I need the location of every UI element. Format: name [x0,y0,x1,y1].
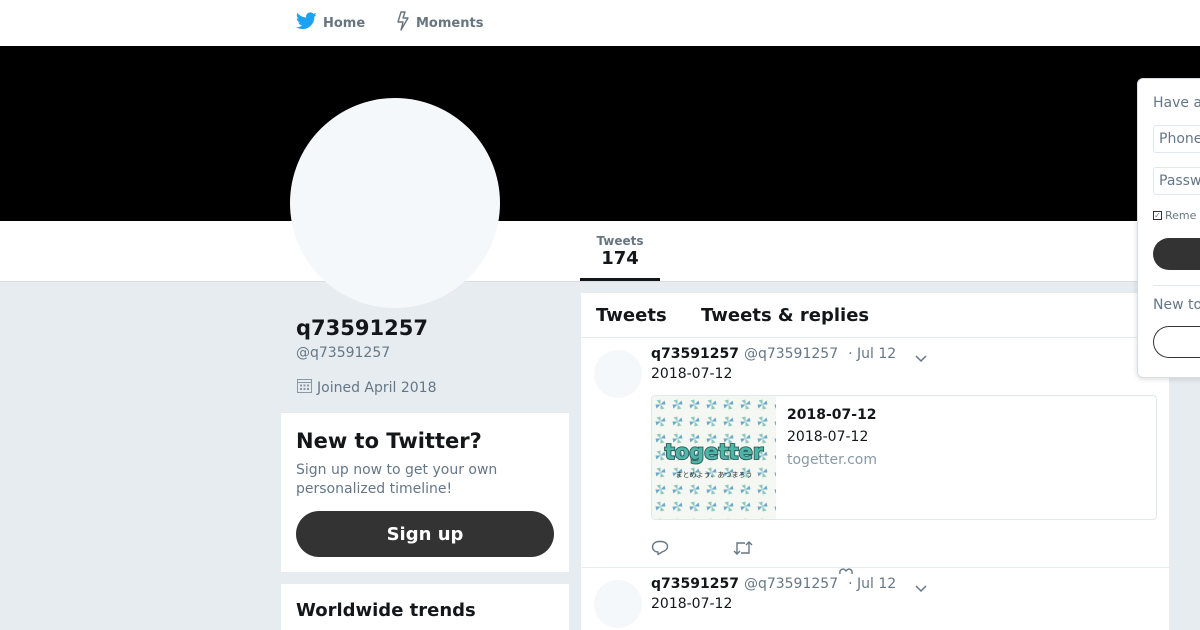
nav-home[interactable]: Home [295,0,366,46]
reply-icon[interactable] [651,540,669,560]
new-to-twitter-label: New to [1153,297,1200,313]
link-card-domain: togetter.com [787,452,877,468]
calendar-icon [296,377,317,398]
tab-tweets-replies[interactable]: Tweets & replies [701,305,869,326]
login-dropdown: Have a Phone Passw ✓ Reme New to [1137,78,1200,378]
profile-joined: Joined April 2018 [296,377,437,398]
phone-input[interactable]: Phone [1153,125,1200,153]
profile-nav-bar: Tweets 174 [0,221,1200,282]
trends-title: Worldwide trends [296,600,476,621]
remember-me[interactable]: ✓ Reme [1153,209,1196,222]
chevron-down-icon[interactable] [915,578,927,597]
chevron-down-icon[interactable] [915,348,927,367]
trends-card: Worldwide trends [281,584,569,630]
tweet-author-name[interactable]: q73591257 [651,346,739,362]
tweet-header: q73591257 @q73591257 · Jul 12 [651,346,896,362]
remember-label: Reme [1165,209,1197,222]
signup-title: New to Twitter? [296,429,482,453]
tab-tweets[interactable]: Tweets [596,305,667,326]
password-input[interactable]: Passw [1153,167,1200,195]
tweet-author-handle[interactable]: @q73591257 [744,576,838,592]
remember-checkbox[interactable]: ✓ [1153,211,1162,220]
togetter-logo-text: togetter [665,440,764,464]
stat-tweets[interactable]: Tweets 174 [580,221,660,281]
timeline: Tweets Tweets & replies q73591257 @q7359… [581,293,1169,630]
login-button[interactable] [1153,238,1200,270]
tweet-text: 2018-07-12 [651,366,733,382]
top-nav: Home Moments [0,0,1200,46]
tweet-avatar[interactable] [594,350,642,398]
nav-home-label: Home [323,15,366,31]
signup-text: Sign up now to get your own personalized… [296,462,498,497]
profile-name[interactable]: q73591257 [296,316,428,340]
twitter-bird-icon [295,12,323,34]
profile-avatar[interactable] [290,98,500,308]
tweet-timestamp[interactable]: · Jul 12 [848,346,896,362]
tweet-avatar[interactable] [594,580,642,628]
nav-moments-label: Moments [416,15,484,31]
login-title: Have a [1153,95,1200,111]
tweet-author-name[interactable]: q73591257 [651,576,739,592]
tweet-actions [651,538,951,575]
joined-text: Joined April 2018 [317,379,437,396]
login-signup-button[interactable] [1153,326,1200,358]
nav-moments[interactable]: Moments [396,0,483,46]
retweet-icon[interactable] [733,540,753,560]
togetter-tagline: まとめよう、あつまろう [676,471,753,479]
stat-tweets-label: Tweets [596,234,644,248]
signup-button[interactable]: Sign up [296,511,554,557]
login-divider [1153,285,1200,286]
link-card-description: 2018-07-12 [787,429,869,445]
tweet-author-handle[interactable]: @q73591257 [744,346,838,362]
link-card-title: 2018-07-12 [787,407,877,423]
stat-tweets-count: 174 [601,248,639,269]
tweet[interactable]: q73591257 @q73591257 · Jul 12 2018-07-12 [581,338,1169,575]
tweet-timestamp[interactable]: · Jul 12 [848,576,896,592]
tweet-header: q73591257 @q73591257 · Jul 12 [651,576,896,592]
signup-card: New to Twitter? Sign up now to get your … [281,413,569,572]
timeline-tabs: Tweets Tweets & replies [581,293,1169,338]
tweet-text: 2018-07-12 [651,596,733,612]
profile-handle[interactable]: @q73591257 [296,345,390,361]
link-card-image: togetter まとめよう、あつまろう [652,396,776,519]
profile-banner [0,46,1200,221]
link-card[interactable]: togetter まとめよう、あつまろう 2018-07-12 2018-07-… [651,395,1157,520]
lightning-icon [396,11,416,35]
tweet[interactable]: q73591257 @q73591257 · Jul 12 2018-07-12 [581,568,1169,630]
